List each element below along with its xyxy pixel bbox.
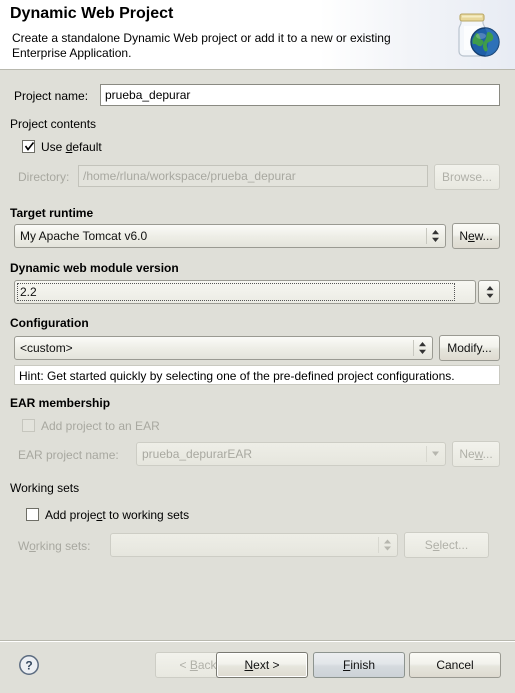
help-question-icon[interactable]: ? [18, 654, 40, 676]
chevron-down-icon [432, 451, 439, 456]
use-default-label: Use default [41, 140, 102, 154]
new-ear-button: New... [452, 441, 500, 467]
new-runtime-button[interactable]: New... [452, 223, 500, 249]
add-project-to-ear-label: Add project to an EAR [41, 419, 160, 433]
working-sets-group-label: Working sets [10, 481, 80, 495]
wizard-header: Dynamic Web Project Create a standalone … [0, 0, 515, 70]
browse-button: Browse... [434, 164, 500, 190]
combo-separator [426, 446, 427, 462]
add-project-to-working-sets-checkbox[interactable] [26, 508, 39, 521]
war-jar-globe-icon [447, 6, 505, 64]
working-sets-combo-label: Working sets: [18, 539, 91, 553]
target-runtime-combo[interactable]: My Apache Tomcat v6.0 [14, 224, 446, 248]
configuration-value: <custom> [20, 341, 73, 355]
page-title: Dynamic Web Project [10, 5, 174, 22]
page-description: Create a standalone Dynamic Web project … [12, 31, 391, 60]
dynamic-web-module-version-group-label: Dynamic web module version [10, 261, 179, 275]
modify-configuration-button[interactable]: Modify... [439, 335, 500, 361]
cancel-button[interactable]: Cancel [409, 652, 501, 678]
dynamic-web-module-version-spinner[interactable] [478, 280, 500, 304]
directory-input: /home/rluna/workspace/prueba_depurar [78, 165, 428, 187]
footer-separator-highlight [0, 641, 515, 642]
use-default-checkbox[interactable] [22, 140, 35, 153]
chevron-updown-icon [384, 539, 391, 551]
directory-label: Directory: [18, 170, 70, 184]
svg-text:?: ? [25, 659, 32, 673]
project-name-label: Project name: [14, 89, 89, 103]
working-sets-combo [110, 533, 398, 557]
chevron-updown-icon [486, 286, 494, 298]
checkmark-icon [24, 142, 35, 151]
chevron-updown-icon [419, 342, 426, 354]
combo-separator [413, 340, 414, 356]
next-button[interactable]: Next > [216, 652, 308, 678]
ear-project-name-combo: prueba_depurarEAR [136, 442, 446, 466]
add-project-to-working-sets-label: Add project to working sets [45, 508, 190, 522]
project-name-input[interactable] [100, 84, 500, 106]
chevron-updown-icon [432, 230, 439, 242]
ear-membership-group-label: EAR membership [10, 396, 111, 410]
finish-button[interactable]: Finish [313, 652, 405, 678]
project-contents-group-label: Project contents [10, 117, 97, 131]
focus-ring [17, 283, 455, 301]
add-project-to-ear-checkbox [22, 419, 35, 432]
dynamic-web-module-version-value: 2.2 [20, 285, 37, 299]
target-runtime-value: My Apache Tomcat v6.0 [20, 229, 148, 243]
select-working-sets-button: Select... [404, 532, 489, 558]
target-runtime-group-label: Target runtime [10, 206, 94, 220]
combo-separator [426, 228, 427, 244]
configuration-combo[interactable]: <custom> [14, 336, 433, 360]
combo-separator [378, 537, 379, 553]
ear-project-name-label: EAR project name: [18, 448, 119, 462]
configuration-group-label: Configuration [10, 316, 89, 330]
ear-project-name-value: prueba_depurarEAR [142, 447, 253, 461]
dynamic-web-module-version-combo[interactable]: 2.2 [14, 280, 476, 304]
configuration-hint: Hint: Get started quickly by selecting o… [14, 365, 500, 385]
